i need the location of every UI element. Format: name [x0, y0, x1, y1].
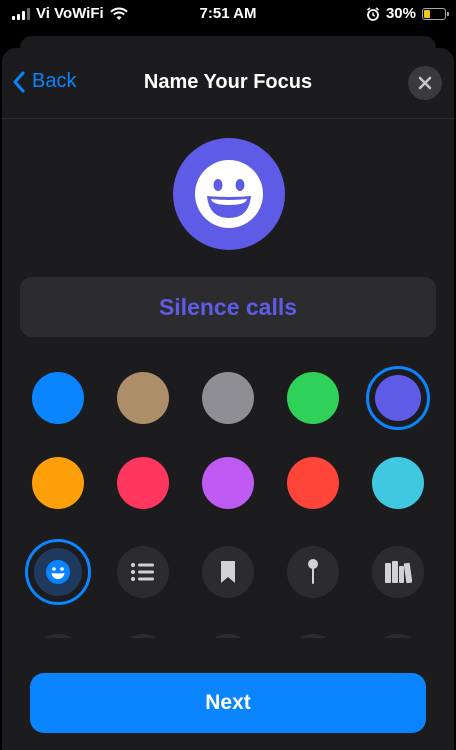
icon-option-smiley[interactable] [34, 548, 82, 596]
color-swatch-violet[interactable] [202, 457, 254, 509]
color-swatch-orange[interactable] [32, 457, 84, 509]
icon-option-list[interactable] [117, 546, 169, 598]
close-button[interactable] [408, 66, 442, 100]
status-bar: Vi VoWiFi 7:51 AM 30% [0, 0, 456, 30]
next-button[interactable]: Next [30, 673, 426, 733]
page-title: Name Your Focus [143, 71, 313, 93]
color-swatch-green[interactable] [287, 372, 339, 424]
color-swatch-blue[interactable] [32, 372, 84, 424]
footer: Next [2, 638, 454, 750]
focus-sheet: Back Name Your Focus Silence calls Next [2, 48, 454, 750]
battery-icon [422, 7, 449, 20]
list-icon [130, 562, 156, 582]
color-swatch-tan[interactable] [117, 372, 169, 424]
color-swatch-purple[interactable] [375, 375, 421, 421]
smiley-icon [45, 559, 71, 585]
books-icon [384, 560, 412, 584]
color-swatch-red[interactable] [287, 457, 339, 509]
focus-icon-preview [173, 138, 285, 250]
close-icon [418, 76, 432, 90]
pin-icon [305, 558, 321, 586]
bookmark-icon [219, 559, 237, 585]
icon-option-bookmark[interactable] [202, 546, 254, 598]
status-right: 30% [366, 5, 449, 22]
battery-percent: 30% [385, 5, 416, 22]
color-swatch-gray[interactable] [202, 372, 254, 424]
alarm-icon [366, 6, 379, 21]
nav-bar: Back Name Your Focus [2, 48, 454, 119]
focus-name-field[interactable]: Silence calls [20, 277, 436, 337]
icon-option-books[interactable] [372, 546, 424, 598]
color-swatch-pink[interactable] [117, 457, 169, 509]
color-swatch-teal[interactable] [372, 457, 424, 509]
smiley-icon [195, 160, 263, 228]
icon-option-pin[interactable] [287, 546, 339, 598]
focus-name-text: Silence calls [158, 293, 298, 320]
